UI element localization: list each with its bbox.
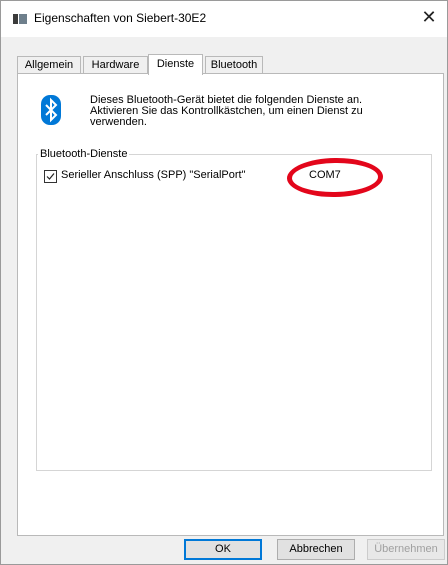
group-label: Bluetooth-Dienste: [38, 148, 130, 160]
info-text: Dieses Bluetooth-Gerät bietet die folgen…: [90, 94, 363, 128]
services-panel: Dieses Bluetooth-Gerät bietet die folgen…: [17, 73, 444, 536]
properties-dialog: Eigenschaften von Siebert-30E2 ✕ Allgeme…: [0, 0, 448, 565]
bluetooth-icon: [41, 95, 61, 125]
ok-button[interactable]: OK: [184, 539, 262, 560]
red-highlight-ellipse: [286, 157, 384, 198]
tab-allgemein[interactable]: Allgemein: [17, 56, 81, 73]
close-icon: ✕: [421, 7, 437, 27]
services-group: Serieller Anschluss (SPP) "SerialPort" C…: [36, 154, 432, 471]
title-bar[interactable]: Eigenschaften von Siebert-30E2 ✕: [1, 1, 447, 37]
close-button[interactable]: ✕: [415, 4, 443, 30]
tab-bluetooth[interactable]: Bluetooth: [205, 56, 263, 73]
apply-button[interactable]: Übernehmen: [367, 539, 445, 560]
service-label[interactable]: Serieller Anschluss (SPP) "SerialPort": [61, 169, 246, 181]
tab-hardware[interactable]: Hardware: [83, 56, 148, 73]
device-icon: [13, 14, 27, 24]
window-title: Eigenschaften von Siebert-30E2: [34, 11, 207, 25]
service-checkbox[interactable]: [44, 170, 57, 183]
tab-dienste[interactable]: Dienste: [148, 54, 203, 75]
check-icon: [46, 173, 55, 180]
cancel-button[interactable]: Abbrechen: [277, 539, 355, 560]
